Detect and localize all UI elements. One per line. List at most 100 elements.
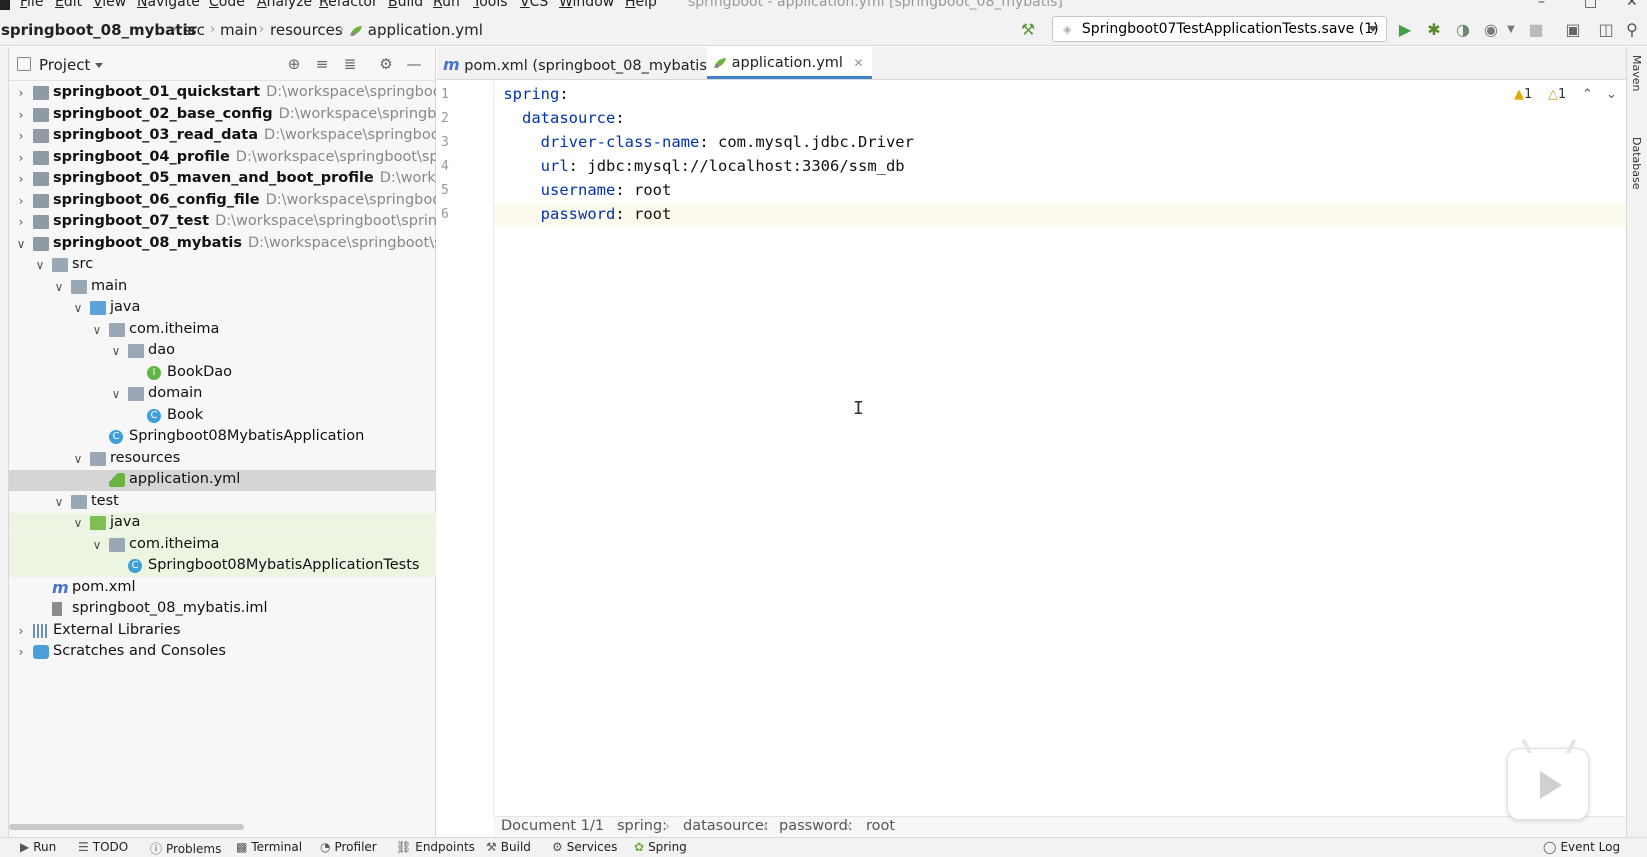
tree-item[interactable]: I BookDao bbox=[9, 363, 436, 384]
chevron-down-icon[interactable]: ∨ bbox=[53, 495, 65, 509]
tree-item[interactable]: springboot_08_mybatis.iml bbox=[9, 599, 436, 620]
close-window-icon[interactable]: ✕ bbox=[1626, 0, 1638, 10]
project-panel-title[interactable]: Project bbox=[39, 56, 90, 74]
code-line[interactable]: driver-class-name: com.mysql.jdbc.Driver bbox=[494, 131, 1626, 155]
tree-item[interactable]: ∨ domain bbox=[9, 384, 436, 405]
tab-pom-xml[interactable]: m pom.xml (springboot_08_mybatis) ✕ bbox=[443, 47, 733, 79]
code-line[interactable]: password: root bbox=[494, 203, 1626, 227]
breadcrumb-document[interactable]: Document 1/1 bbox=[501, 818, 604, 834]
menu-window[interactable]: Window bbox=[559, 0, 614, 10]
services-tool-tab[interactable]: ⚙ Services bbox=[552, 840, 617, 854]
tree-item[interactable]: ∨ src bbox=[9, 255, 436, 276]
collapse-all-icon[interactable]: ≣ bbox=[341, 55, 359, 73]
menu-build[interactable]: Build bbox=[388, 0, 423, 10]
code-editor[interactable]: ▲1 △1 ⌃ ⌄ spring: datasource: driver-cla… bbox=[494, 81, 1626, 816]
stop-icon[interactable]: ■ bbox=[1526, 19, 1546, 39]
tree-item[interactable]: ∨ test bbox=[9, 492, 436, 513]
problems-tool-tab[interactable]: ⓘ Problems bbox=[150, 840, 221, 857]
breadcrumb-resources[interactable]: resources bbox=[270, 21, 343, 39]
gear-icon[interactable]: ⚙ bbox=[377, 55, 395, 73]
chevron-down-icon[interactable]: ∨ bbox=[15, 237, 27, 251]
tree-item[interactable]: ∨ java bbox=[9, 298, 436, 319]
tree-item[interactable]: › Scratches and Consoles bbox=[9, 642, 436, 663]
menu-code[interactable]: Code bbox=[209, 0, 245, 10]
chevron-down-icon[interactable]: ∨ bbox=[72, 301, 84, 315]
code-line[interactable]: datasource: bbox=[494, 107, 1626, 131]
breadcrumb-project[interactable]: springboot_08_mybatis bbox=[1, 21, 197, 39]
breadcrumb-root[interactable]: root bbox=[866, 818, 895, 834]
menu-view[interactable]: View bbox=[93, 0, 126, 10]
tree-item[interactable]: › External Libraries bbox=[9, 621, 436, 642]
chevron-right-icon[interactable]: › bbox=[15, 151, 27, 165]
chevron-right-icon[interactable]: › bbox=[15, 215, 27, 229]
maximize-icon[interactable]: □ bbox=[1584, 0, 1597, 10]
tree-item[interactable]: › springboot_02_base_config D:\workspace\s… bbox=[9, 105, 436, 126]
tree-item[interactable]: ∨ com.itheima bbox=[9, 534, 436, 556]
maven-tool-tab[interactable]: Maven bbox=[1630, 55, 1643, 91]
tab-application-yml[interactable]: application.yml ✕ bbox=[707, 47, 872, 79]
menu-navigate[interactable]: Navigate bbox=[137, 0, 200, 10]
hide-panel-icon[interactable]: — bbox=[405, 55, 423, 73]
profile-icon[interactable]: ◉ bbox=[1481, 19, 1501, 39]
tree-item[interactable]: ∨ springboot_08_mybatis D:\workspace\sprin… bbox=[9, 234, 436, 255]
expand-all-icon[interactable]: ≡ bbox=[313, 55, 331, 73]
tree-item[interactable]: ∨ java bbox=[9, 513, 436, 534]
chevron-down-icon[interactable]: ∨ bbox=[91, 323, 103, 337]
code-line[interactable]: spring: bbox=[494, 83, 1626, 107]
breadcrumb-spring[interactable]: spring: bbox=[617, 818, 667, 834]
menu-refactor[interactable]: Refactor bbox=[319, 0, 378, 10]
menu-edit[interactable]: Edit bbox=[55, 0, 82, 10]
run-icon[interactable]: ▶ bbox=[1395, 19, 1415, 39]
chevron-down-icon[interactable]: ∨ bbox=[72, 452, 84, 466]
chevron-right-icon[interactable]: › bbox=[15, 86, 27, 100]
locate-file-icon[interactable]: ⊕ bbox=[285, 55, 303, 73]
chevron-down-icon[interactable]: ∨ bbox=[110, 387, 122, 401]
breadcrumb-file[interactable]: application.yml bbox=[349, 21, 483, 39]
project-structure-icon[interactable]: ▣ bbox=[1563, 19, 1583, 39]
code-line[interactable]: username: root bbox=[494, 179, 1626, 203]
coverage-icon[interactable]: ◑ bbox=[1453, 19, 1473, 39]
build-tool-tab[interactable]: ⚒ Build bbox=[486, 840, 531, 854]
event-log-tool-tab[interactable]: ◯ Event Log bbox=[1543, 840, 1620, 854]
project-horizontal-scrollbar[interactable] bbox=[9, 824, 244, 830]
video-play-button[interactable] bbox=[1507, 739, 1589, 820]
close-icon[interactable]: ✕ bbox=[854, 56, 864, 70]
menu-run[interactable]: Run bbox=[433, 0, 460, 10]
menu-vcs[interactable]: VCS bbox=[520, 0, 548, 10]
tree-item[interactable]: application.yml bbox=[9, 470, 436, 491]
chevron-down-icon[interactable]: ∨ bbox=[91, 538, 103, 552]
chevron-right-icon[interactable]: › bbox=[15, 194, 27, 208]
chevron-right-icon[interactable]: › bbox=[15, 645, 27, 659]
tree-item[interactable]: C Book bbox=[9, 406, 436, 427]
code-line[interactable]: url: jdbc:mysql://localhost:3306/ssm_db bbox=[494, 155, 1626, 179]
build-hammer-icon[interactable]: ⚒ bbox=[1018, 19, 1038, 39]
search-icon[interactable]: ⚲ bbox=[1622, 19, 1642, 39]
tree-item[interactable]: C Springboot08MybatisApplicationTests bbox=[9, 556, 436, 577]
menu-file[interactable]: File bbox=[20, 0, 43, 10]
spring-tool-tab[interactable]: ✿ Spring bbox=[634, 840, 687, 854]
tree-item[interactable]: › springboot_06_config_file D:\workspace\s… bbox=[9, 191, 436, 212]
chevron-down-icon[interactable]: ∨ bbox=[72, 516, 84, 530]
chevron-right-icon[interactable]: › bbox=[15, 624, 27, 638]
run-tool-tab[interactable]: ▶ Run bbox=[20, 840, 56, 854]
chevron-down-icon[interactable]: ∨ bbox=[34, 258, 46, 272]
tree-item[interactable]: m pom.xml bbox=[9, 578, 436, 599]
chevron-right-icon[interactable]: › bbox=[15, 172, 27, 186]
menu-analyze[interactable]: Analyze bbox=[257, 0, 312, 10]
debug-icon[interactable]: ✱ bbox=[1424, 19, 1444, 39]
chevron-down-icon[interactable]: ▼ bbox=[1501, 19, 1521, 39]
breadcrumb-main[interactable]: main bbox=[220, 21, 257, 39]
chevron-right-icon[interactable]: › bbox=[15, 108, 27, 122]
breadcrumb-password[interactable]: password: bbox=[779, 818, 853, 834]
terminal-tool-tab[interactable]: ▩ Terminal bbox=[236, 840, 302, 854]
chevron-right-icon[interactable]: › bbox=[15, 129, 27, 143]
tree-item[interactable]: C Springboot08MybatisApplication bbox=[9, 427, 436, 448]
chevron-down-icon[interactable]: ∨ bbox=[53, 280, 65, 294]
tree-item[interactable]: ∨ com.itheima bbox=[9, 320, 436, 341]
breadcrumb-datasource[interactable]: datasource: bbox=[683, 818, 769, 834]
database-tool-tab[interactable]: Database bbox=[1630, 137, 1643, 190]
minimize-icon[interactable]: – bbox=[1538, 0, 1545, 10]
chevron-down-icon[interactable]: ∨ bbox=[110, 344, 122, 358]
tree-item[interactable]: › springboot_03_read_data D:\workspace\spr… bbox=[9, 126, 436, 147]
profiler-tool-tab[interactable]: ◔ Profiler bbox=[320, 840, 377, 854]
